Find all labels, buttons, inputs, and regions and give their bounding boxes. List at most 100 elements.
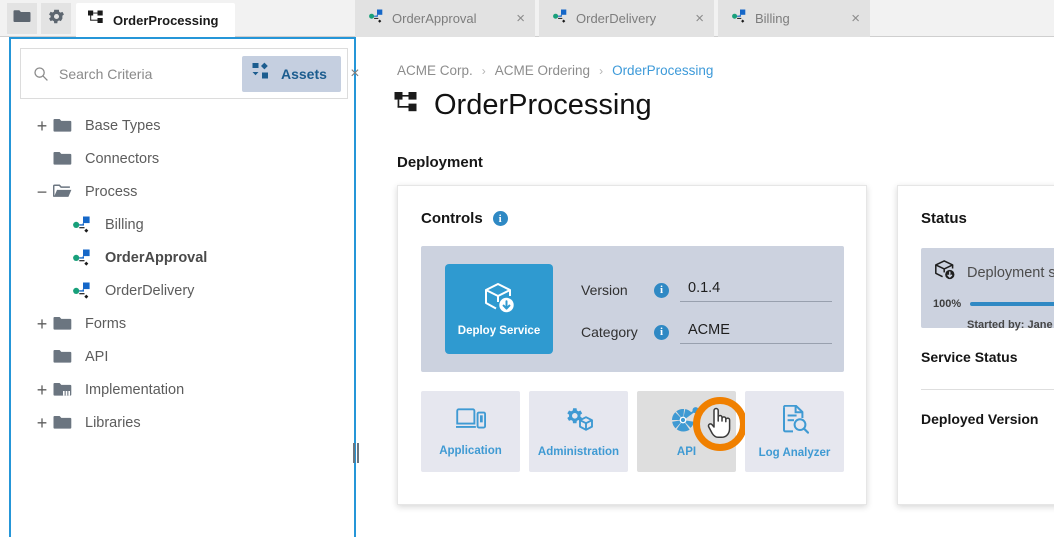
deployment-status-top: Deployment successful xyxy=(933,259,1054,287)
search-bar: Assets × xyxy=(20,48,348,99)
tab-label: OrderDelivery xyxy=(576,11,656,26)
pointer-cursor-icon xyxy=(707,407,733,442)
deploy-service-button[interactable]: Deploy Service xyxy=(445,264,553,354)
process-icon xyxy=(73,249,99,266)
version-field-label: Version xyxy=(581,282,643,298)
deploy-package-icon xyxy=(933,259,957,287)
deploy-service-button-label: Deploy Service xyxy=(458,325,540,337)
tree-item-label: Connectors xyxy=(79,151,159,167)
close-icon[interactable]: × xyxy=(677,11,704,26)
deployment-status-banner: Deployment successful 100% Started by: J… xyxy=(921,248,1054,328)
breadcrumb-item-acme-corp[interactable]: ACME Corp. xyxy=(397,63,473,78)
tree-item-orderapproval[interactable]: OrderApproval xyxy=(11,241,354,274)
version-input[interactable] xyxy=(680,278,832,302)
tree-item-base-types[interactable]: + Base Types xyxy=(11,109,354,142)
section-title-deployment: Deployment xyxy=(397,154,483,171)
devices-icon xyxy=(456,407,486,436)
search-icon xyxy=(33,66,49,82)
tree-item-connectors[interactable]: Connectors xyxy=(11,142,354,175)
tree-item-forms[interactable]: + Forms xyxy=(11,307,354,340)
tile-api[interactable]: API xyxy=(637,391,736,472)
tile-application[interactable]: Application xyxy=(421,391,520,472)
expand-toggle-icon[interactable]: + xyxy=(31,414,53,432)
folder-impl-icon xyxy=(53,382,79,397)
process-diagram-icon xyxy=(88,10,105,30)
deployment-progress: 100% xyxy=(933,298,1054,310)
doc-search-icon xyxy=(781,405,809,438)
folder-icon xyxy=(53,349,79,364)
breadcrumb-item-acme-ordering[interactable]: ACME Ordering xyxy=(495,63,590,78)
tile-administration[interactable]: Administration xyxy=(529,391,628,472)
panel-resize-handle[interactable] xyxy=(352,442,360,464)
tree-item-label: Forms xyxy=(79,316,126,332)
api-hub-icon xyxy=(671,406,703,437)
active-document-tab[interactable]: OrderProcessing xyxy=(76,3,235,37)
tab-billing[interactable]: Billing × xyxy=(718,0,870,37)
folder-icon xyxy=(53,118,79,133)
tab-orderapproval[interactable]: OrderApproval × xyxy=(355,0,535,37)
category-input[interactable] xyxy=(680,320,832,344)
info-icon[interactable]: i xyxy=(654,283,669,298)
assets-icon xyxy=(252,62,272,85)
app-window: OrderProcessing OrderApproval × xyxy=(0,0,1054,537)
controls-card-title: Controls xyxy=(421,210,483,227)
folder-icon xyxy=(13,9,31,28)
deployment-started-by: Started by: Jane Martin xyxy=(967,319,1054,331)
expand-toggle-icon[interactable]: + xyxy=(31,117,53,135)
tree-item-label: Base Types xyxy=(79,118,161,134)
splitter-grip-line xyxy=(353,443,355,463)
progress-fill xyxy=(970,302,1054,306)
tile-label: Application xyxy=(439,445,502,457)
info-icon[interactable]: i xyxy=(654,325,669,340)
page-title: OrderProcessing xyxy=(434,89,652,122)
tree-item-implementation[interactable]: + Implementation xyxy=(11,373,354,406)
folder-icon xyxy=(53,316,79,331)
tree-item-label: Implementation xyxy=(79,382,184,398)
collapse-toggle-icon[interactable]: − xyxy=(31,183,53,201)
status-divider xyxy=(921,389,1054,390)
process-icon xyxy=(369,9,384,28)
expand-toggle-icon[interactable]: + xyxy=(31,381,53,399)
tree-item-label: API xyxy=(79,349,108,365)
settings-toolbar-button[interactable] xyxy=(41,3,71,34)
tile-label: API xyxy=(677,446,696,458)
close-icon[interactable]: × xyxy=(498,11,525,26)
breadcrumb-separator: › xyxy=(599,64,603,78)
tab-strip: OrderApproval × OrderDelivery × xyxy=(355,0,874,37)
tree-item-label: Libraries xyxy=(79,415,141,431)
gear-icon xyxy=(47,7,66,31)
progress-percent-label: 100% xyxy=(933,298,961,310)
service-status-label: Service Status xyxy=(921,349,1054,365)
deployed-version-row: Deployed Version xyxy=(921,411,1054,427)
progress-track xyxy=(970,302,1054,306)
folder-toolbar-button[interactable] xyxy=(7,3,37,34)
close-icon[interactable]: × xyxy=(833,11,860,26)
controls-card: Controls i Deploy S xyxy=(397,185,867,505)
breadcrumb: ACME Corp. › ACME Ordering › OrderProces… xyxy=(397,63,713,78)
status-card-title: Status xyxy=(921,210,967,227)
main-content: ACME Corp. › ACME Ordering › OrderProces… xyxy=(365,37,1054,537)
controls-card-header: Controls i xyxy=(398,186,866,227)
assets-filter-chip[interactable]: Assets xyxy=(242,56,341,92)
tree-item-orderdelivery[interactable]: OrderDelivery xyxy=(11,274,354,307)
tree-item-label: OrderApproval xyxy=(99,250,207,266)
tree-item-billing[interactable]: Billing xyxy=(11,208,354,241)
tab-label: Billing xyxy=(755,11,790,26)
deployment-status-text: Deployment successful xyxy=(967,265,1054,281)
control-tiles: Application Administration xyxy=(421,391,844,472)
breadcrumb-item-orderprocessing[interactable]: OrderProcessing xyxy=(612,63,713,78)
breadcrumb-separator: › xyxy=(482,64,486,78)
tree-item-api[interactable]: API xyxy=(11,340,354,373)
tile-log-analyzer[interactable]: Log Analyzer xyxy=(745,391,844,472)
asset-tree: + Base Types Connectors − xyxy=(11,109,354,439)
tree-item-process[interactable]: − Process xyxy=(11,175,354,208)
info-icon[interactable]: i xyxy=(493,211,508,226)
tree-item-libraries[interactable]: + Libraries xyxy=(11,406,354,439)
category-field-row: Category i xyxy=(581,320,832,344)
folder-icon xyxy=(53,415,79,430)
search-input[interactable] xyxy=(49,65,242,83)
tab-orderdelivery[interactable]: OrderDelivery × xyxy=(539,0,714,37)
expand-toggle-icon[interactable]: + xyxy=(31,315,53,333)
service-status-row: Service Status xyxy=(921,349,1054,365)
tile-label: Log Analyzer xyxy=(759,447,831,459)
